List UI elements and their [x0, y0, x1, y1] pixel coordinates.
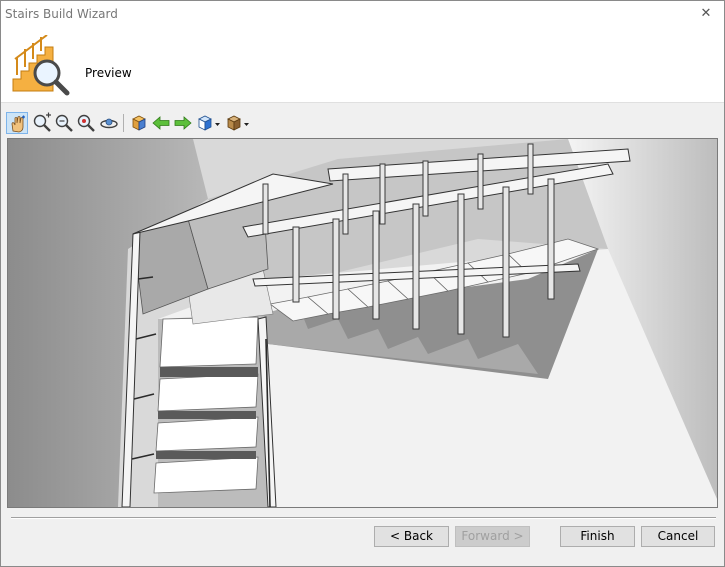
finish-button[interactable]: Finish [560, 526, 635, 547]
orbit-icon[interactable] [98, 112, 120, 134]
zoom-out-icon[interactable] [53, 112, 75, 134]
title-bar: Stairs Build Wizard ✕ [1, 1, 724, 29]
close-icon[interactable]: ✕ [696, 4, 716, 24]
next-view-icon[interactable] [172, 112, 194, 134]
back-button[interactable]: < Back [374, 526, 449, 547]
forward-button[interactable]: Forward > [455, 526, 530, 547]
window-title: Stairs Build Wizard [5, 7, 118, 21]
view-toolbar [6, 112, 721, 136]
step-title: Preview [85, 66, 132, 80]
toolbar-separator [123, 114, 124, 132]
stairs-3d-preview[interactable] [7, 138, 718, 508]
render-mode-dropdown-icon[interactable] [225, 112, 251, 134]
wizard-header: Preview [1, 29, 724, 103]
cancel-button[interactable]: Cancel [641, 526, 715, 547]
zoom-extents-icon[interactable] [75, 112, 97, 134]
previous-view-icon[interactable] [150, 112, 172, 134]
zoom-in-icon[interactable] [31, 112, 53, 134]
pan-hand-icon[interactable] [6, 112, 28, 134]
stairs-render [8, 139, 717, 507]
view-cube-icon[interactable] [128, 112, 150, 134]
wizard-window: Stairs Build Wizard ✕ Preview < Back For… [0, 0, 725, 567]
button-divider [11, 517, 716, 519]
stairs-preview-icon [12, 35, 70, 96]
view-direction-dropdown-icon[interactable] [196, 112, 222, 134]
